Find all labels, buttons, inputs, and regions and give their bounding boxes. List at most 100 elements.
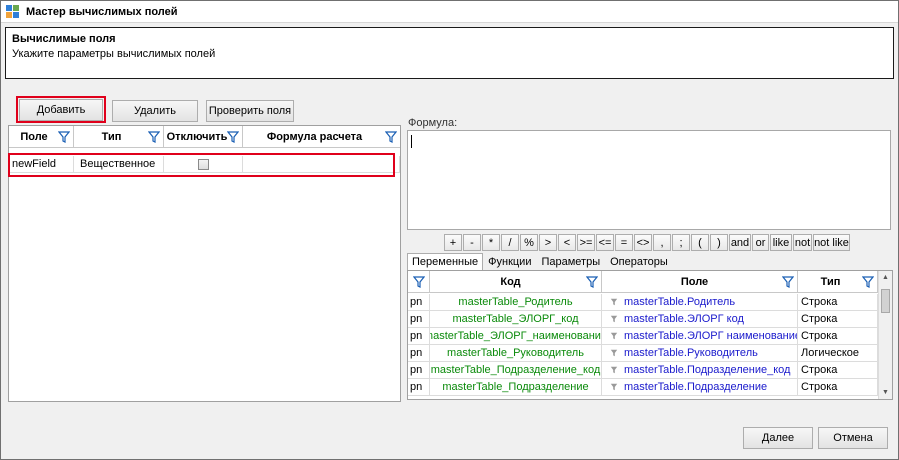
operator-not-button[interactable]: not — [793, 234, 812, 251]
formula-label: Формула: — [408, 117, 458, 129]
header-subtitle: Укажите параметры вычислимых полей — [12, 48, 216, 60]
cell-field-text: masterTable.Подразделение_код — [624, 364, 791, 376]
operator-greater-button[interactable]: > — [539, 234, 557, 251]
scroll-thumb[interactable] — [881, 289, 890, 313]
scroll-up-icon[interactable]: ▲ — [882, 274, 889, 281]
operator-divide-button[interactable]: / — [501, 234, 519, 251]
operator-multiply-button[interactable]: * — [482, 234, 500, 251]
filter-icon[interactable] — [782, 276, 794, 288]
cell-type[interactable]: Строка — [798, 311, 878, 328]
operator-not-equal-button[interactable]: <> — [634, 234, 652, 251]
filter-icon[interactable] — [385, 131, 397, 143]
column-header-code[interactable]: Код — [430, 271, 602, 293]
column-header-label: Поле — [680, 275, 709, 288]
operator-or-button[interactable]: or — [752, 234, 769, 251]
cell-field[interactable]: masterTable.ЭЛОРГ код — [602, 311, 798, 328]
column-header-label: Тип — [101, 130, 122, 143]
column-header-label: Код — [500, 275, 521, 288]
cell-code[interactable]: masterTable_Подразделение — [430, 379, 602, 396]
cell-prefix[interactable]: pn — [408, 362, 430, 379]
operator-greater-equal-button[interactable]: >= — [577, 234, 595, 251]
column-header-type[interactable]: Тип — [798, 271, 878, 293]
header-panel: Вычислимые поля Укажите параметры вычисл… — [5, 27, 894, 79]
wizard-window: Мастер вычислимых полей Вычислимые поля … — [0, 0, 899, 460]
cell-code[interactable]: masterTable_Подразделение_код — [430, 362, 602, 379]
column-header-formula[interactable]: Формула расчета — [243, 126, 400, 148]
cell-type[interactable]: Строка — [798, 294, 878, 311]
column-header-field[interactable]: Поле — [602, 271, 798, 293]
cell-type[interactable]: Строка — [798, 362, 878, 379]
operator-minus-button[interactable]: - — [463, 234, 481, 251]
app-icon — [6, 4, 20, 19]
cell-field-text: masterTable.ЭЛОРГ код — [624, 313, 744, 325]
delete-button[interactable]: Удалить — [112, 100, 198, 122]
cell-type[interactable]: Строка — [798, 379, 878, 396]
cell-field[interactable]: masterTable.Подразделение — [602, 379, 798, 396]
field-filter-icon — [610, 332, 618, 340]
column-header-label: Формула расчета — [266, 130, 363, 143]
operator-and-button[interactable]: and — [729, 234, 751, 251]
add-button-highlight — [16, 96, 106, 123]
tab-variables[interactable]: Переменные — [407, 253, 484, 270]
cell-field[interactable]: masterTable.Руководитель — [602, 345, 798, 362]
cell-prefix[interactable]: pn — [408, 328, 430, 345]
next-button[interactable]: Далее — [743, 427, 813, 449]
column-header-type[interactable]: Тип — [74, 126, 164, 148]
variables-grid: Код Поле Тип pn masterTable_Родитель maste… — [407, 270, 893, 400]
cell-prefix[interactable]: pn — [408, 379, 430, 396]
cell-code[interactable]: masterTable_Руководитель — [430, 345, 602, 362]
header-title: Вычислимые поля — [12, 33, 116, 45]
operator-semicolon-button[interactable]: ; — [672, 234, 690, 251]
cell-prefix[interactable]: pn — [408, 311, 430, 328]
scroll-down-icon[interactable]: ▼ — [882, 389, 889, 396]
cancel-button[interactable]: Отмена — [818, 427, 888, 449]
vertical-scrollbar[interactable]: ▲ ▼ — [878, 271, 892, 399]
column-header-label: Отключить — [166, 130, 228, 143]
filter-icon[interactable] — [148, 131, 160, 143]
cell-field[interactable]: masterTable.ЭЛОРГ наименование — [602, 328, 798, 345]
filter-icon[interactable] — [862, 276, 874, 288]
filter-icon[interactable] — [58, 131, 70, 143]
operator-like-button[interactable]: like — [770, 234, 792, 251]
filter-icon[interactable] — [413, 276, 425, 288]
cell-field[interactable]: masterTable.Подразделение_код — [602, 362, 798, 379]
operator-toolbar: + - * / % > < >= <= = <> , ; ( ) and or … — [444, 234, 851, 251]
field-filter-icon — [610, 366, 618, 374]
cell-code[interactable]: masterTable_ЭЛОРГ_код — [430, 311, 602, 328]
operator-open-paren-button[interactable]: ( — [691, 234, 709, 251]
column-header-disable[interactable]: Отключить — [164, 126, 243, 148]
cell-prefix[interactable]: pn — [408, 294, 430, 311]
operator-close-paren-button[interactable]: ) — [710, 234, 728, 251]
tab-operators[interactable]: Операторы — [605, 253, 673, 270]
cell-code[interactable]: masterTable_Родитель — [430, 294, 602, 311]
row-highlight — [8, 153, 395, 177]
operator-plus-button[interactable]: + — [444, 234, 462, 251]
operator-less-equal-button[interactable]: <= — [596, 234, 614, 251]
column-header-label: Тип — [820, 275, 841, 288]
filter-icon[interactable] — [227, 131, 239, 143]
window-title: Мастер вычислимых полей — [26, 5, 178, 18]
operator-percent-button[interactable]: % — [520, 234, 538, 251]
tab-strip: Переменные Функции Параметры Операторы — [407, 253, 673, 270]
field-filter-icon — [610, 298, 618, 306]
cell-code[interactable]: masterTable_ЭЛОРГ_наименование — [430, 328, 602, 345]
operator-equal-button[interactable]: = — [615, 234, 633, 251]
tab-functions[interactable]: Функции — [483, 253, 536, 270]
check-fields-button[interactable]: Проверить поля — [206, 100, 294, 122]
field-filter-icon — [610, 383, 618, 391]
operator-not-like-button[interactable]: not like — [813, 234, 850, 251]
filter-icon[interactable] — [586, 276, 598, 288]
formula-editor[interactable] — [407, 130, 891, 230]
cell-field-text: masterTable.ЭЛОРГ наименование — [624, 330, 798, 342]
column-header-field[interactable]: Поле — [9, 126, 74, 148]
operator-less-button[interactable]: < — [558, 234, 576, 251]
cell-field[interactable]: masterTable.Родитель — [602, 294, 798, 311]
text-caret — [411, 135, 412, 148]
column-header-label: Поле — [20, 130, 48, 143]
column-header-prefix[interactable] — [408, 271, 430, 293]
cell-prefix[interactable]: pn — [408, 345, 430, 362]
cell-type[interactable]: Строка — [798, 328, 878, 345]
cell-type[interactable]: Логическое — [798, 345, 878, 362]
operator-comma-button[interactable]: , — [653, 234, 671, 251]
tab-parameters[interactable]: Параметры — [536, 253, 605, 270]
